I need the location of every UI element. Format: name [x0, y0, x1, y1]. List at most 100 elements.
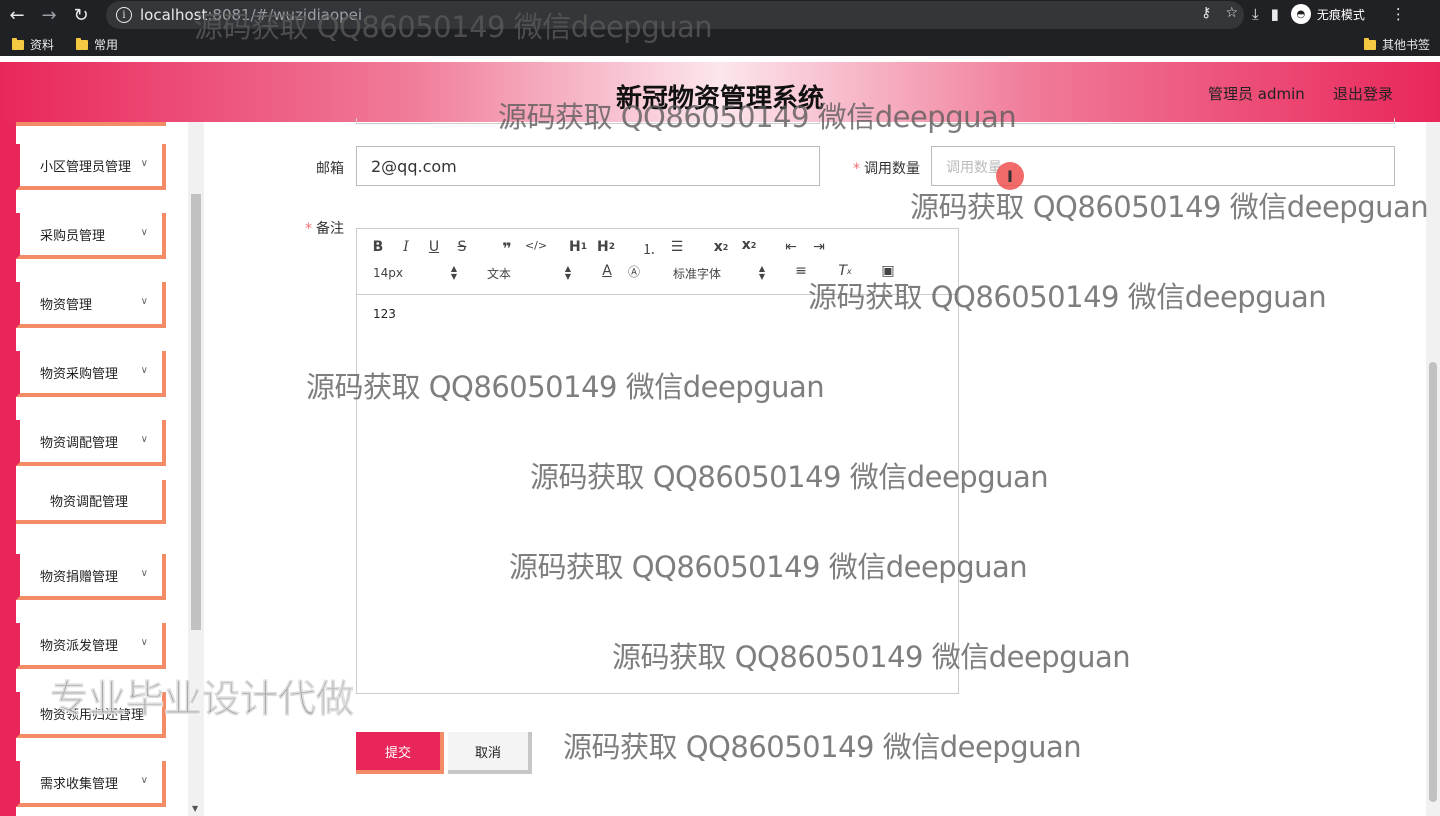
url-text: localhost:8081/#/wuzidiaopei — [140, 6, 363, 24]
chevron-down-icon: ∨ — [140, 434, 148, 445]
align-icon[interactable]: ≡ — [791, 263, 811, 279]
sidebar-item-purchaser[interactable]: 采购员管理 ∨ — [16, 213, 166, 259]
select-caret-icon: ▲ ▼ — [758, 264, 765, 281]
menu-item-partial — [16, 122, 166, 126]
chevron-down-icon: ∨ — [140, 637, 148, 648]
menu-icon[interactable]: ⋮ — [1391, 5, 1406, 23]
key-icon[interactable]: ⚷ — [1201, 5, 1211, 21]
email-input[interactable] — [356, 146, 820, 186]
font-size-select[interactable]: 14px ▲ ▼ — [373, 265, 459, 281]
folder-icon — [76, 37, 88, 50]
bold-icon[interactable]: B — [369, 239, 387, 255]
main-scroll-thumb[interactable] — [1429, 362, 1437, 802]
folder-icon — [12, 37, 24, 50]
sidebar-subitem-allocation[interactable]: 物资调配管理 — [16, 480, 166, 524]
editor-content[interactable]: 123 — [373, 307, 396, 321]
select-caret-icon: ▲ ▼ — [450, 264, 457, 281]
editor-toolbar: B I U S ❞ </> H1 H2 ⒈ ☰ x2 x2 ⇤ ⇥ 14px ▲… — [357, 229, 958, 295]
bullet-list-icon[interactable]: ☰ — [667, 239, 687, 255]
scroll-down-icon[interactable]: ▼ — [192, 804, 198, 813]
sidebar-item-label: 物资调配管理 — [40, 435, 119, 451]
sidebar-item-label: 物资派发管理 — [40, 638, 119, 654]
incognito-indicator[interactable]: ◓ 无痕模式 — [1290, 4, 1365, 24]
superscript-icon[interactable]: x2 — [739, 237, 759, 253]
background-color-icon[interactable]: Ⓐ — [623, 263, 645, 280]
paragraph-select[interactable]: 文本 ▲ ▼ — [487, 265, 573, 281]
chevron-down-icon: ∨ — [140, 568, 148, 579]
font-family-select[interactable]: 标准字体 ▲ ▼ — [673, 265, 767, 281]
heading2-icon[interactable]: H2 — [595, 239, 617, 255]
chevron-down-icon: ∨ — [140, 227, 148, 238]
sidebar-item-donation[interactable]: 物资捐赠管理 ∨ — [16, 554, 166, 600]
other-bookmarks-label: 其他书签 — [1382, 38, 1431, 52]
sidebar-scroll-thumb[interactable] — [191, 194, 201, 630]
current-user: 管理员 admin — [1208, 85, 1305, 103]
sidebar-item-procurement[interactable]: 物资采购管理 ∨ — [16, 351, 166, 397]
sidebar-item-label: 小区管理员管理 — [40, 159, 132, 175]
bookmarks-bar: 资料 常用 其他书签 — [0, 32, 1440, 56]
star-icon[interactable]: ☆ — [1225, 5, 1238, 21]
bookmark-label: 资料 — [30, 38, 55, 52]
sidebar-item-allocation[interactable]: 物资调配管理 ∨ — [16, 420, 166, 466]
sidebar-accent-strip — [0, 122, 16, 816]
incognito-icon: ◓ — [1290, 4, 1311, 24]
sidebar-item-demand[interactable]: 需求收集管理 ∨ — [16, 761, 166, 807]
cancel-button[interactable]: 取消 — [448, 732, 532, 774]
logout-link[interactable]: 退出登录 — [1333, 83, 1393, 104]
remark-label: * 备注 — [305, 221, 344, 237]
address-bar[interactable]: i localhost:8081/#/wuzidiaopei ⚷ ☆ — [106, 1, 1244, 29]
ordered-list-icon[interactable]: ⒈ — [639, 239, 659, 259]
folder-icon — [1364, 37, 1376, 50]
sidebar-item-community-admin[interactable]: 小区管理员管理 ∨ — [16, 144, 166, 190]
sidebar-item-supplies[interactable]: 物资管理 ∨ — [16, 282, 166, 328]
browser-toolbar: ← → ↻ i localhost:8081/#/wuzidiaopei ⚷ ☆… — [0, 0, 1440, 32]
sidebar-item-distribution[interactable]: 物资派发管理 ∨ — [16, 623, 166, 669]
image-icon[interactable]: ▣ — [877, 263, 899, 279]
main-content: 邮箱 *调用数量 *备注 B I U S ❞ </> H1 H2 ⒈ ☰ x2 … — [204, 118, 1426, 816]
clear-format-icon[interactable]: Tx — [835, 263, 855, 279]
sidebar-item-label: 物资捐赠管理 — [40, 569, 119, 585]
code-block-icon[interactable]: </> — [525, 239, 547, 252]
main-scrollbar[interactable] — [1426, 122, 1440, 816]
submit-button[interactable]: 提交 — [356, 732, 444, 774]
font-color-icon[interactable]: A — [597, 263, 617, 279]
sidepanel-icon[interactable]: ▮ — [1271, 5, 1279, 23]
download-icon[interactable]: ⤓ — [1252, 5, 1259, 23]
back-icon[interactable]: ← — [4, 2, 30, 28]
heading1-icon[interactable]: H1 — [567, 239, 589, 255]
chevron-down-icon: ∨ — [140, 158, 148, 169]
subscript-icon[interactable]: x2 — [711, 239, 731, 255]
bookmark-folder-2[interactable]: 常用 — [76, 36, 118, 53]
reload-icon[interactable]: ↻ — [68, 2, 94, 28]
sidebar-item-borrow-return[interactable]: 物资领用归还管理 — [16, 692, 166, 738]
chevron-down-icon: ∨ — [140, 296, 148, 307]
other-bookmarks[interactable]: 其他书签 — [1364, 36, 1430, 53]
italic-icon[interactable]: I — [397, 239, 415, 255]
underline-icon[interactable]: U — [425, 239, 443, 255]
sidebar-scrollbar[interactable]: ▼ — [188, 122, 204, 816]
chevron-down-icon: ∨ — [140, 365, 148, 376]
previous-field-edge — [931, 118, 1395, 124]
app-header: 新冠物资管理系统 管理员 admin 退出登录 — [0, 62, 1440, 122]
indent-icon[interactable]: ⇥ — [809, 239, 829, 255]
forward-icon[interactable]: → — [36, 2, 62, 28]
bookmark-label: 常用 — [94, 38, 119, 52]
chevron-down-icon: ∨ — [140, 775, 148, 786]
sidebar-item-label: 物资调配管理 — [49, 494, 128, 510]
sidebar-item-label: 物资管理 — [40, 297, 93, 313]
info-icon[interactable]: i — [116, 7, 132, 23]
strikethrough-icon[interactable]: S — [453, 239, 471, 255]
blockquote-icon[interactable]: ❞ — [497, 239, 517, 258]
email-label: 邮箱 — [316, 161, 344, 177]
paragraph-value: 文本 — [487, 266, 512, 281]
outdent-icon[interactable]: ⇤ — [781, 239, 801, 255]
select-caret-icon: ▲ ▼ — [564, 264, 571, 281]
text-cursor-icon: I — [996, 162, 1024, 190]
font-family-value: 标准字体 — [673, 266, 722, 281]
sidebar: 小区管理员管理 ∨ 采购员管理 ∨ 物资管理 ∨ 物资采购管理 ∨ 物资调配管理… — [0, 122, 204, 816]
rich-text-editor[interactable]: B I U S ❞ </> H1 H2 ⒈ ☰ x2 x2 ⇤ ⇥ 14px ▲… — [356, 228, 959, 694]
quantity-label: * 调用数量 — [853, 161, 920, 177]
bookmark-folder-1[interactable]: 资料 — [12, 36, 54, 53]
font-size-value: 14px — [373, 266, 403, 280]
sidebar-item-label: 物资采购管理 — [40, 366, 119, 382]
